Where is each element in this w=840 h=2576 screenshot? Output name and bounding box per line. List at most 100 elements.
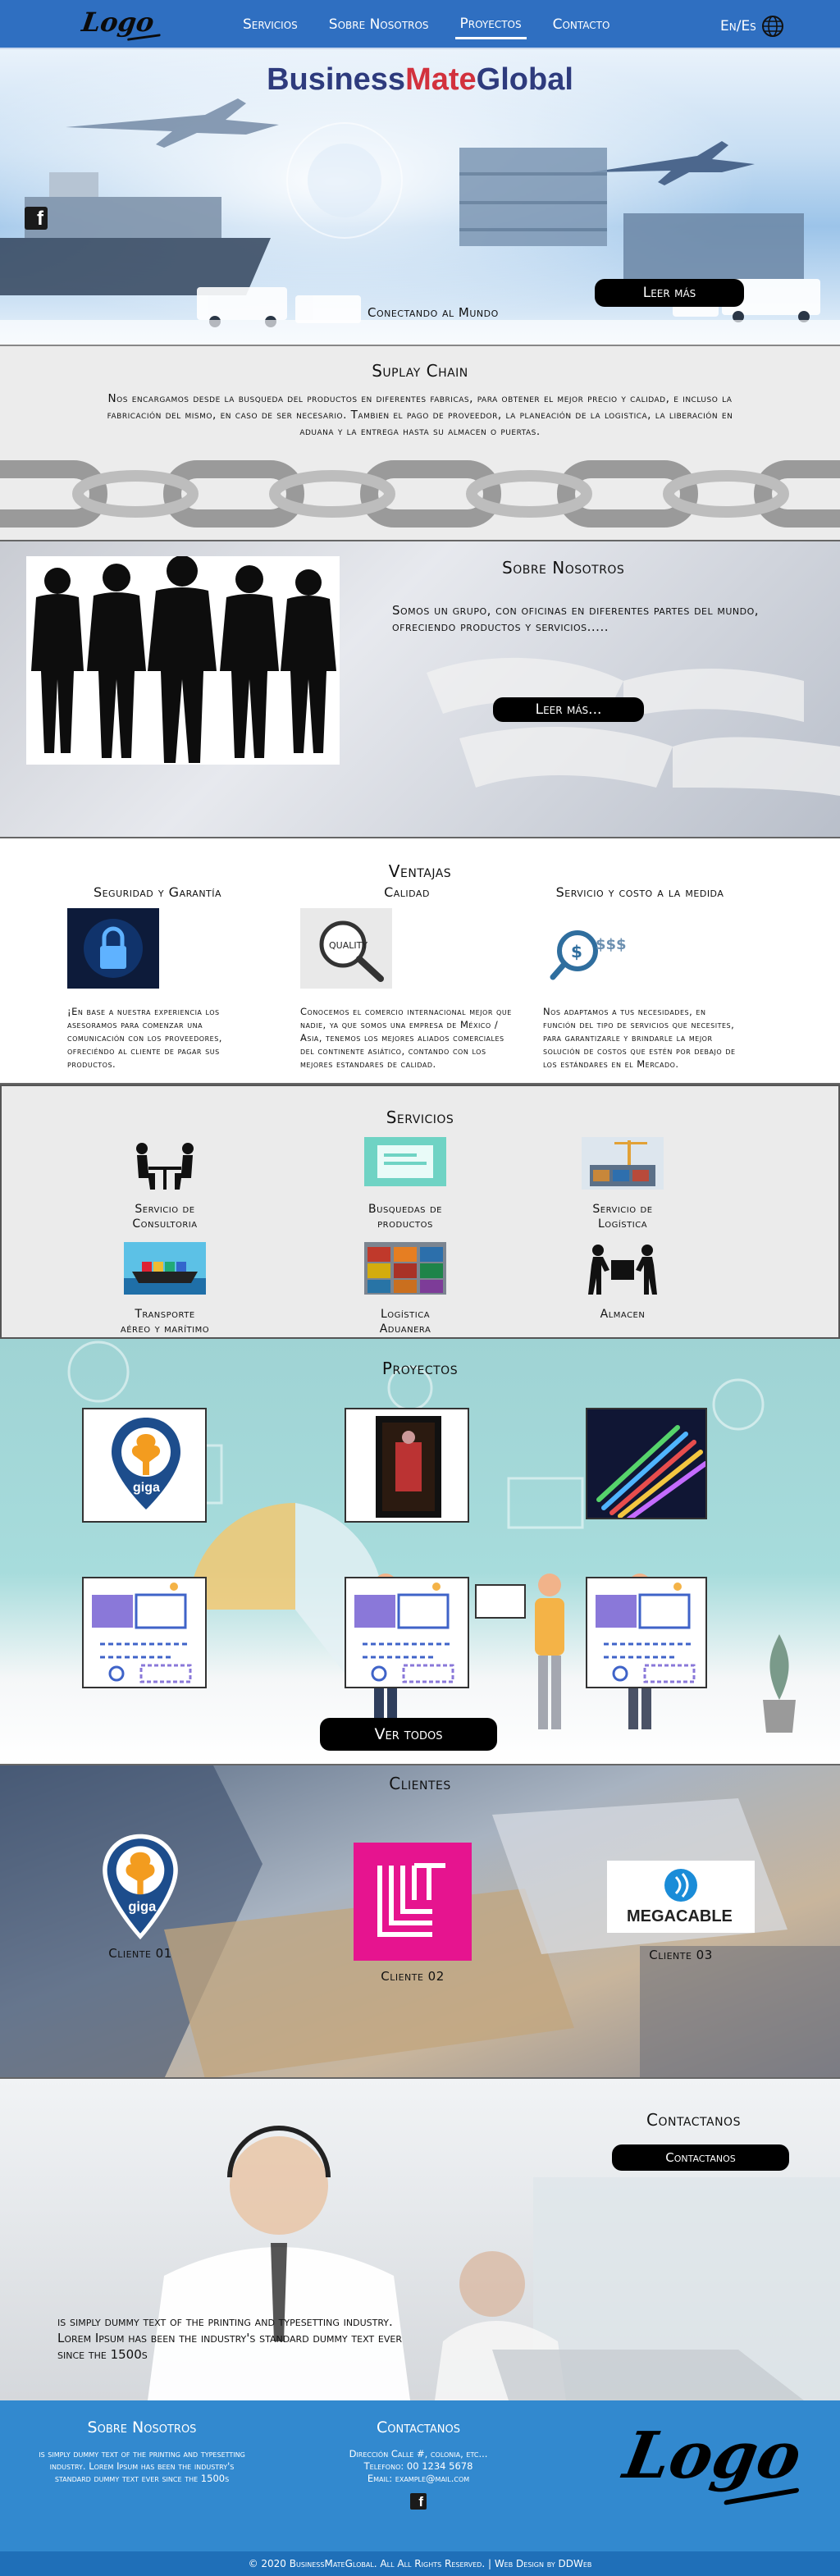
logistics-icon xyxy=(582,1137,664,1190)
project-tile-cabinet[interactable] xyxy=(345,1408,469,1523)
footer-contact-title: Contactanos xyxy=(377,2418,460,2437)
about-section: Sobre Nosotros Somos un grupo, con ofici… xyxy=(0,541,840,838)
nav-link-proyectos[interactable]: Proyectos xyxy=(454,11,527,39)
project-tile-giga[interactable]: giga xyxy=(82,1408,207,1523)
advantage-title: Calidad xyxy=(384,884,430,900)
client-label: Cliente 03 xyxy=(649,1948,713,1962)
magnifier-quality-icon: QUALITY xyxy=(300,908,392,989)
service-warehouse[interactable]: Almacen xyxy=(545,1242,701,1322)
wine-cabinet-image xyxy=(376,1416,441,1518)
money-search-icon: $ $$$ xyxy=(543,908,635,989)
about-read-more-button[interactable]: Leer más... xyxy=(493,697,644,722)
service-label: aéreo y marítimo xyxy=(120,1322,210,1336)
projects-section: Proyectos giga Ver todos xyxy=(0,1339,840,1765)
footer: Sobre Nosotros is simply dummy text of t… xyxy=(0,2400,840,2551)
advantage-text: Conocemos el comercio internacional mejo… xyxy=(300,1006,512,1070)
globe-icon xyxy=(761,16,783,37)
contact-text: is simply dummy text of the printing and… xyxy=(57,2314,402,2362)
svg-text:$$$: $$$ xyxy=(596,936,627,953)
advantage-title: Seguridad y Garantía xyxy=(93,884,222,900)
giga-text: giga xyxy=(128,1899,157,1914)
planning-illustration xyxy=(596,1583,696,1683)
contact-section: Contactanos Contactanos is simply dummy … xyxy=(0,2079,840,2400)
service-label: Servicio de xyxy=(592,1203,653,1216)
nav-link-servicios[interactable]: Servicios xyxy=(238,11,303,38)
client-01[interactable]: giga Cliente 01 xyxy=(87,1829,194,1961)
service-label: Aduanera xyxy=(379,1322,431,1336)
ship-icon xyxy=(124,1242,206,1295)
giga-text: giga xyxy=(133,1481,160,1495)
service-product-search[interactable]: Busquedas de productos xyxy=(327,1137,483,1231)
footer-about-text: is simply dummy text of the printing and… xyxy=(39,2448,245,2484)
clients-title: Clientes xyxy=(389,1774,451,1793)
footer-logo: Logo xyxy=(618,2418,807,2493)
advantage-text: Nos adaptamos a tus necesidades, en func… xyxy=(543,1006,736,1070)
customs-icon xyxy=(364,1242,446,1295)
brand-part-mate: Mate xyxy=(405,62,477,97)
about-title: Sobre Nosotros xyxy=(502,558,625,578)
advantage-title: Servicio y costo a la medida xyxy=(555,884,724,900)
facebook-icon[interactable]: f xyxy=(410,2493,427,2510)
hero-banner: BusinessMateGlobal f Conectando al Mundo… xyxy=(0,49,840,345)
facebook-icon[interactable]: f xyxy=(25,207,48,230)
projects-title: Proyectos xyxy=(381,1359,459,1378)
service-label: Almacen xyxy=(600,1308,646,1321)
client-label: Cliente 02 xyxy=(381,1969,445,1984)
project-tile-plan-2[interactable] xyxy=(345,1577,469,1688)
planning-illustration xyxy=(354,1583,454,1683)
supply-chain-text: Nos encargamos desde la busqueda del pro… xyxy=(107,392,733,438)
team-illustration-background xyxy=(67,1341,796,1733)
top-navbar: Logo Servicios Sobre Nosotros Proyectos … xyxy=(0,0,840,49)
megacable-logo: MEGACABLE xyxy=(607,1861,755,1933)
hero-brand-title: BusinessMateGlobal xyxy=(0,62,840,98)
brand-part-global: Global xyxy=(476,62,573,97)
service-consulting[interactable]: Servicio de Consultoria xyxy=(87,1137,243,1231)
megacable-text: MEGACABLE xyxy=(627,1907,733,1925)
language-switcher[interactable]: En/Es xyxy=(720,15,784,38)
site-logo[interactable]: Logo xyxy=(80,7,156,38)
service-customs[interactable]: Logística Aduanera xyxy=(327,1242,483,1336)
services-section: Servicios Servicio de Consultoria Busque… xyxy=(0,1085,840,1339)
footer-address: Dirección Calle #, colonia, etc... xyxy=(349,2448,488,2460)
service-label: Transporte xyxy=(135,1308,195,1321)
services-title: Servicios xyxy=(386,1108,454,1127)
client-02[interactable]: Cliente 02 xyxy=(353,1843,472,1984)
service-label: productos xyxy=(377,1217,433,1231)
padlock-icon xyxy=(67,908,159,989)
hero-tagline: Conectando al Mundo xyxy=(368,305,499,320)
service-label: Busquedas de xyxy=(368,1203,442,1216)
lt-logo xyxy=(354,1843,472,1961)
svg-text:$: $ xyxy=(571,942,582,961)
client-label: Cliente 01 xyxy=(108,1946,172,1961)
project-tile-fiber[interactable] xyxy=(586,1408,707,1519)
advantages-section: Ventajas Seguridad y Garantía ¡En base a… xyxy=(0,838,840,1085)
service-label: Logística xyxy=(380,1308,431,1321)
service-transport[interactable]: Transporte aéreo y marítimo xyxy=(87,1242,243,1336)
warehouse-icon xyxy=(588,1245,657,1295)
product-search-icon xyxy=(364,1137,446,1186)
contact-title: Contactanos xyxy=(646,2110,741,2130)
brand-part-business: Business xyxy=(267,62,406,97)
project-tile-plan-3[interactable] xyxy=(586,1577,707,1688)
service-label: Logística xyxy=(597,1217,648,1231)
nav-link-contacto[interactable]: Contacto xyxy=(548,11,615,38)
service-logistics[interactable]: Servicio de Logística xyxy=(545,1137,701,1231)
hero-read-more-button[interactable]: Leer más xyxy=(595,279,744,307)
business-people-silhouettes xyxy=(26,556,340,765)
footer-email[interactable]: Email: example@mail.com xyxy=(312,2473,525,2485)
about-text: Somos un grupo, con oficinas en diferent… xyxy=(392,603,760,634)
service-label: Consultoria xyxy=(132,1217,198,1231)
clients-section: Clientes giga Cliente 01 Cliente 02 MEGA… xyxy=(0,1765,840,2079)
copyright-bar: © 2020 BusinessMateGlobal. All All Right… xyxy=(0,2551,840,2576)
supply-chain-section: Suplay Chain Nos encargamos desde la bus… xyxy=(0,345,840,541)
fiber-optic-image xyxy=(587,1409,705,1518)
view-all-projects-button[interactable]: Ver todos xyxy=(320,1718,497,1751)
footer-contact: Contactanos Dirección Calle #, colonia, … xyxy=(312,2418,525,2510)
contact-button[interactable]: Contactanos xyxy=(612,2144,789,2171)
client-03[interactable]: MEGACABLE Cliente 03 xyxy=(607,1861,755,1962)
main-nav: Servicios Sobre Nosotros Proyectos Conta… xyxy=(238,0,614,49)
project-tile-plan-1[interactable] xyxy=(82,1577,207,1688)
nav-link-sobre-nosotros[interactable]: Sobre Nosotros xyxy=(324,11,434,38)
footer-phone: Telefono: 00 1234 5678 xyxy=(363,2460,473,2472)
advantage-security: Seguridad y Garantía ¡En base a nuestra … xyxy=(67,884,248,1071)
